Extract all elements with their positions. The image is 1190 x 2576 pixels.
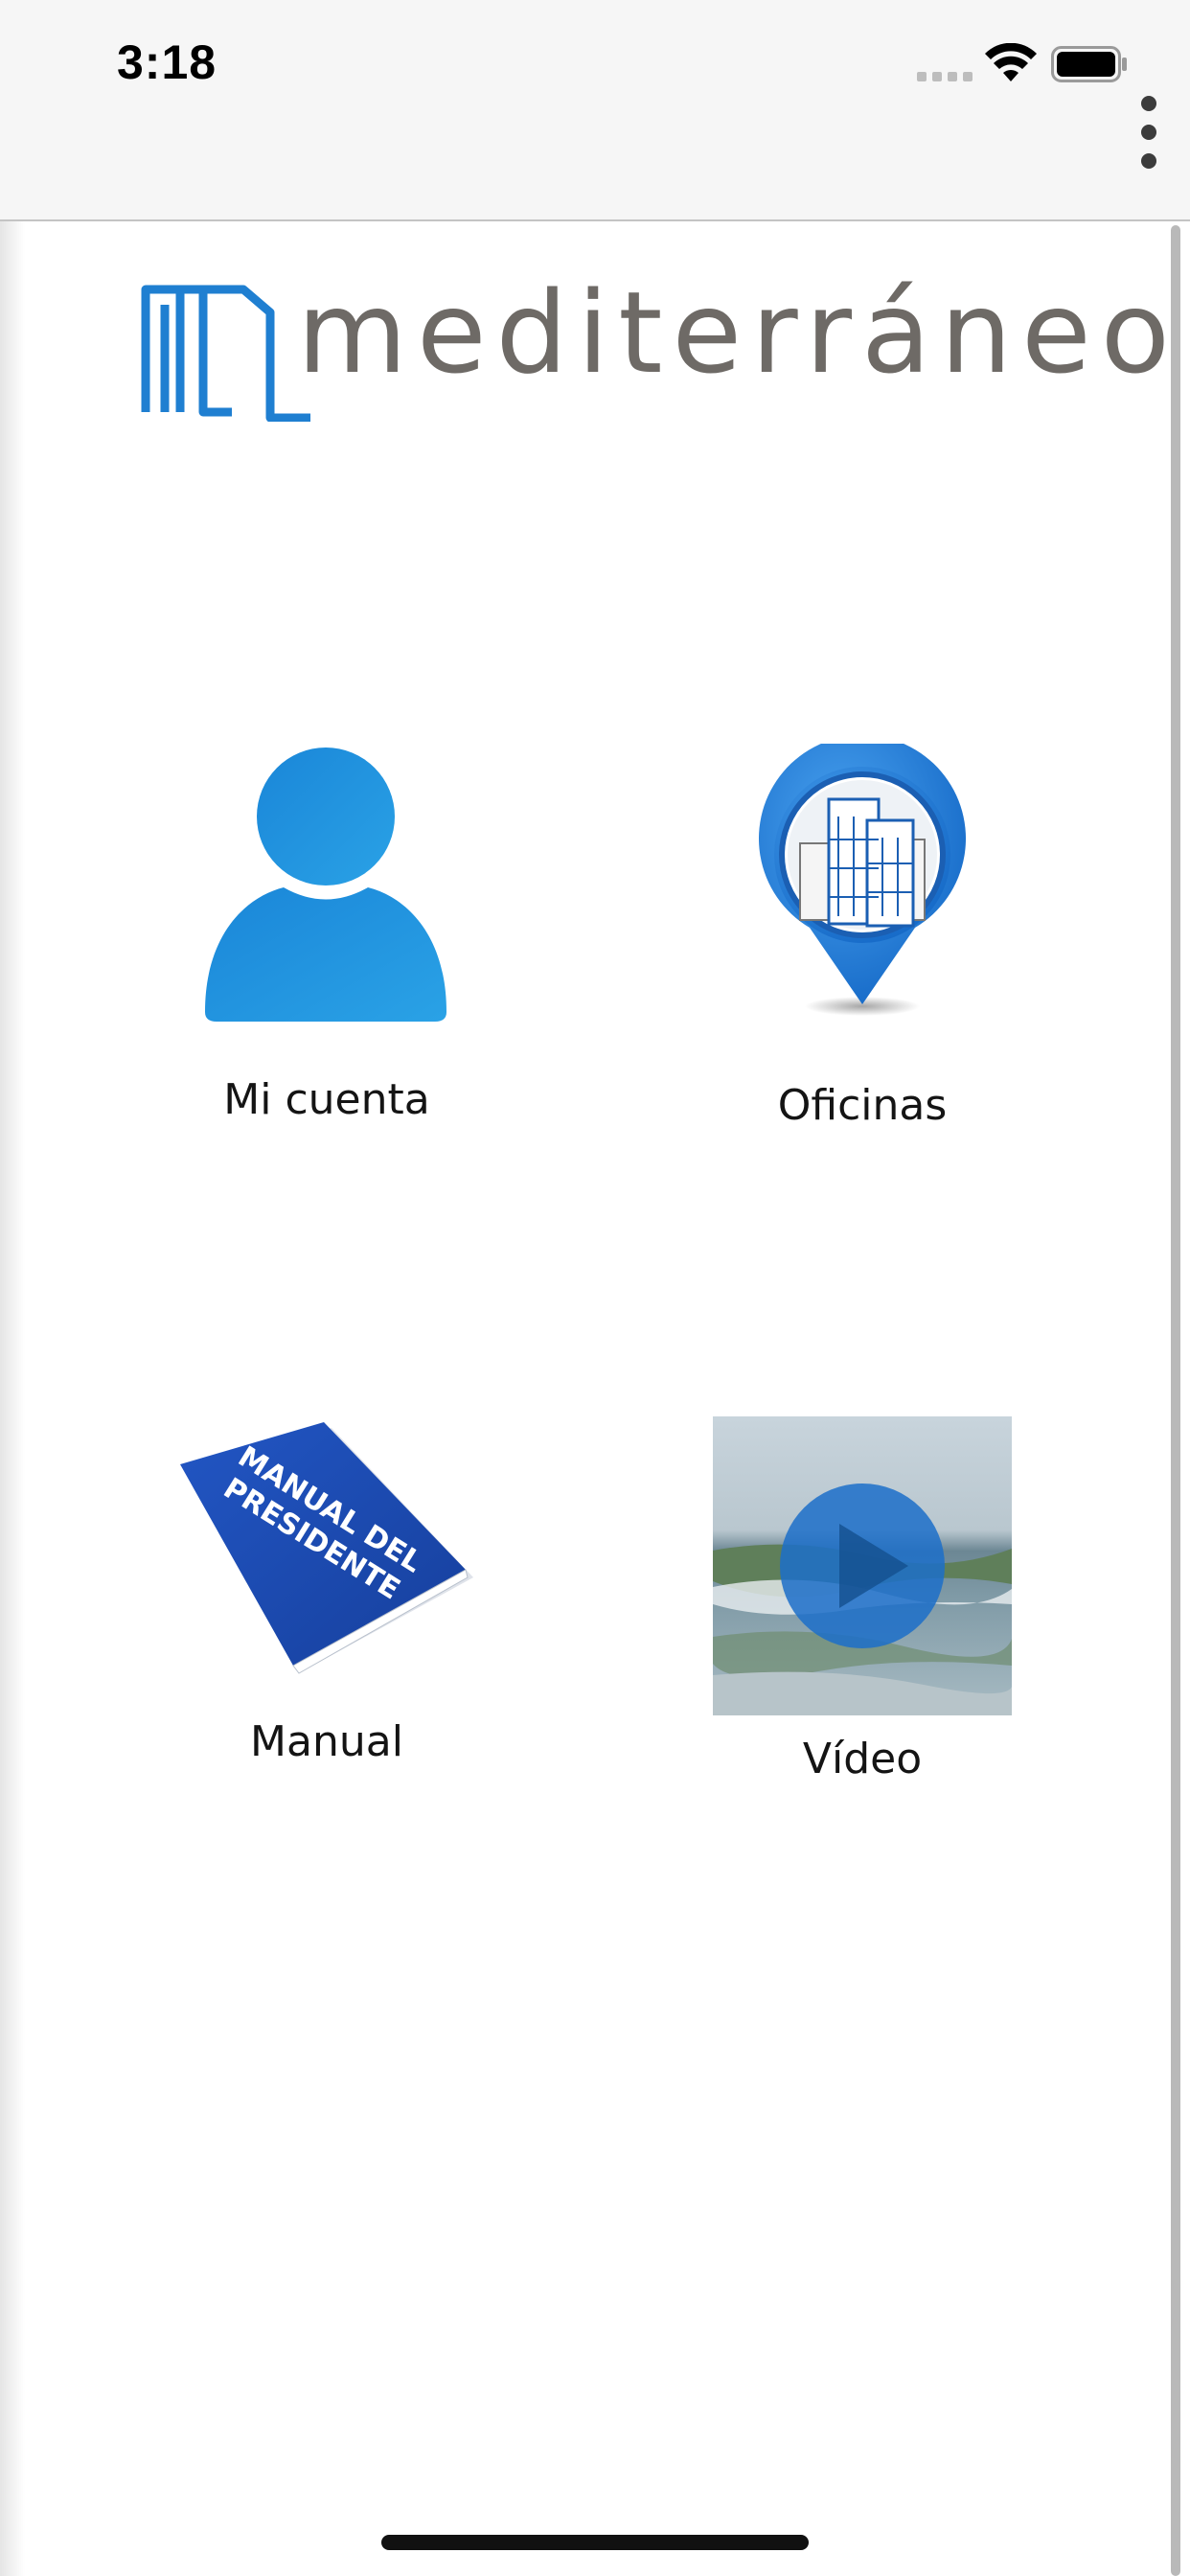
tile-label-oficinas: Oficinas bbox=[777, 1081, 948, 1130]
user-icon bbox=[205, 748, 446, 1022]
battery-icon bbox=[1051, 46, 1127, 82]
brand-name: mediterráneo bbox=[297, 266, 1179, 399]
tile-manual[interactable]: MANUAL DEL PRESIDENTE Manual bbox=[159, 1422, 494, 1777]
tile-video[interactable]: Vídeo bbox=[695, 1416, 1030, 1790]
edge-shadow bbox=[0, 0, 25, 2576]
scrollbar[interactable] bbox=[1171, 225, 1180, 2576]
status-time: 3:18 bbox=[117, 35, 217, 89]
video-play-icon bbox=[713, 1416, 1012, 1715]
brand-logo: mediterráneo bbox=[140, 266, 1170, 431]
more-vertical-icon[interactable] bbox=[1132, 96, 1166, 169]
cellular-signal-icon bbox=[917, 72, 973, 81]
manual-book-icon: MANUAL DEL PRESIDENTE bbox=[180, 1422, 473, 1674]
tile-label-mi-cuenta: Mi cuenta bbox=[223, 1075, 430, 1124]
map-pin-building-icon bbox=[759, 744, 966, 1016]
home-indicator[interactable] bbox=[381, 2535, 809, 2550]
building-outline-icon bbox=[141, 285, 310, 422]
wifi-icon bbox=[985, 43, 1037, 81]
tile-label-video: Vídeo bbox=[802, 1735, 923, 1783]
tile-oficinas[interactable]: Oficinas bbox=[695, 744, 1030, 1142]
tile-mi-cuenta[interactable]: Mi cuenta bbox=[159, 744, 494, 1137]
tile-label-manual: Manual bbox=[250, 1717, 403, 1766]
app-screen: 3:18 mediterráneo Mi cuenta Oficinas MAN… bbox=[0, 0, 1190, 2576]
top-bar: 3:18 bbox=[0, 0, 1190, 221]
